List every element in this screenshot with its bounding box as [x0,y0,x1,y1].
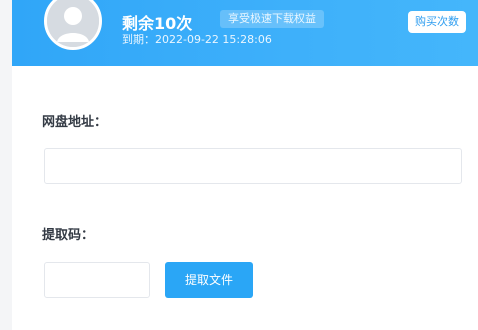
download-form: 网盘地址： 提取码： 提取文件 [12,66,478,330]
code-input[interactable] [44,262,150,298]
extract-file-button[interactable]: 提取文件 [165,262,253,298]
expiry-date: 到期：2022-09-22 15:28:06 [122,33,272,46]
avatar [44,0,102,50]
url-label: 网盘地址： [42,115,108,130]
benefit-badge: 享受极速下载权益 [220,10,324,28]
user-avatar-icon [47,0,99,47]
account-header: 剩余10次 享受极速下载权益 到期：2022-09-22 15:28:06 购买… [12,0,478,66]
buy-count-button[interactable]: 购买次数 [408,11,466,33]
url-input[interactable] [44,148,462,184]
page: 剩余10次 享受极速下载权益 到期：2022-09-22 15:28:06 购买… [0,0,478,330]
code-label: 提取码： [42,228,95,243]
